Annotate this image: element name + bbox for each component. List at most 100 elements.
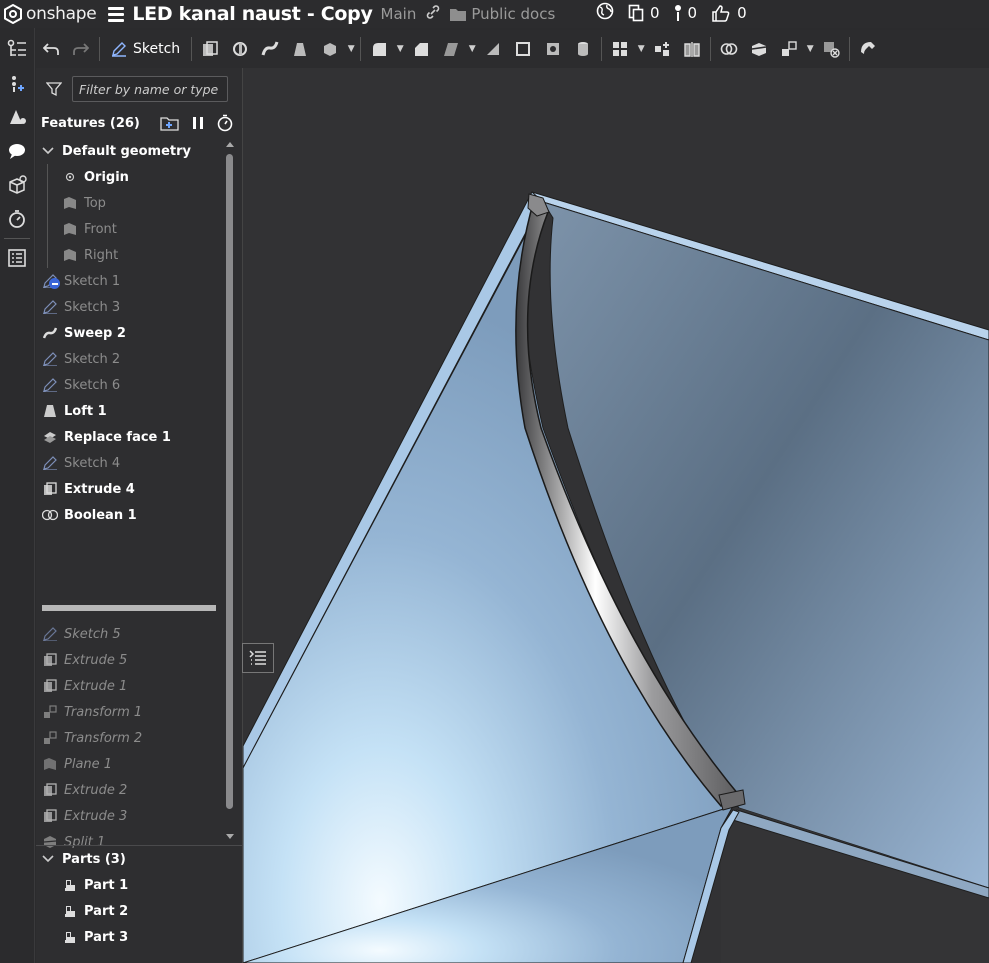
onshape-logo[interactable]: onshape (4, 4, 97, 24)
rolled-back-feature-item[interactable]: Transform 2 (36, 725, 222, 751)
feature-item[interactable]: Sketch 1 (36, 268, 222, 294)
undo-icon (43, 43, 59, 55)
parts-header[interactable]: Parts (3) (36, 846, 242, 872)
rolled-back-feature-item[interactable]: Transform 1 (36, 699, 222, 725)
shell-tool-icon[interactable] (508, 34, 538, 64)
sketch-icon (42, 273, 60, 289)
feature-list-toggle-button[interactable] (242, 643, 274, 673)
comments-icon[interactable] (0, 134, 34, 168)
scroll-down-icon[interactable] (225, 833, 235, 841)
chevron-down-icon[interactable] (40, 143, 56, 159)
delete-part-tool-icon[interactable] (816, 34, 846, 64)
thicken-tool-icon[interactable] (315, 34, 345, 64)
sketch-button[interactable]: Sketch (103, 34, 188, 64)
branch-label[interactable]: Main (381, 5, 417, 23)
redo-button[interactable] (66, 34, 96, 64)
sweep-tool-icon[interactable] (255, 34, 285, 64)
loft-icon (42, 403, 58, 419)
feature-item[interactable]: Extrude 4 (36, 476, 222, 502)
add-folder-icon[interactable] (160, 115, 180, 131)
split-tool-icon[interactable] (744, 34, 774, 64)
feature-item[interactable]: Sketch 3 (36, 294, 222, 320)
feature-item[interactable]: Sketch 4 (36, 450, 222, 476)
timer-icon[interactable] (0, 202, 34, 236)
undo-button[interactable] (36, 34, 66, 64)
filter-icon[interactable] (36, 81, 72, 97)
main-menu-button[interactable] (108, 6, 125, 22)
pattern-tool-icon[interactable] (605, 34, 635, 64)
loft-tool-icon[interactable] (285, 34, 315, 64)
checklist-icon[interactable] (0, 241, 34, 275)
mirror-pattern-tool-icon[interactable] (647, 34, 677, 64)
graphics-viewport[interactable] (243, 68, 989, 963)
sketch-icon (42, 455, 58, 471)
plane-icon (62, 195, 78, 211)
part-item[interactable]: Part 3 (36, 924, 242, 950)
feature-item[interactable]: Replace face 1 (36, 424, 222, 450)
rolled-back-feature-list: Sketch 5 Extrude 5 Extrude 1 Transform 1 Tra… (36, 621, 222, 848)
hole-tool-icon[interactable] (538, 34, 568, 64)
boolean-tool-icon[interactable] (714, 34, 744, 64)
part-item[interactable]: Part 1 (36, 872, 242, 898)
likes-count[interactable]: 0 (711, 4, 747, 22)
scroll-up-icon[interactable] (225, 140, 235, 148)
feature-item[interactable]: Sketch 2 (36, 346, 222, 372)
insert-point-icon[interactable] (0, 66, 34, 100)
chevron-down-icon[interactable]: ▼ (345, 34, 357, 64)
part-studio-icon[interactable] (0, 168, 34, 202)
custom-features-icon[interactable] (853, 34, 883, 64)
model-view[interactable] (243, 68, 989, 963)
plane-front-item[interactable]: Front (36, 216, 222, 242)
document-counts: 0 0 0 (596, 2, 747, 24)
feature-scrollbar[interactable] (224, 140, 236, 844)
rolled-back-feature-item[interactable]: Extrude 1 (36, 673, 222, 699)
document-title[interactable]: LED kanal naust - Copy (132, 3, 372, 25)
chevron-down-icon[interactable]: ▼ (804, 34, 816, 64)
link-icon[interactable] (426, 5, 440, 23)
extrude-icon (42, 782, 58, 798)
chevron-down-icon[interactable]: ▼ (394, 34, 406, 64)
revolve-tool-icon[interactable] (225, 34, 255, 64)
list-icon (249, 650, 266, 665)
feature-filter-input[interactable]: Filter by name or type (72, 76, 228, 102)
appearance-icon[interactable] (0, 100, 34, 134)
versions-count[interactable]: 0 (628, 4, 660, 22)
feature-item[interactable]: Sweep 2 (36, 320, 222, 346)
rolled-back-feature-item[interactable]: Plane 1 (36, 751, 222, 777)
pause-icon[interactable] (192, 116, 204, 130)
feature-item[interactable]: Sketch 6 (36, 372, 222, 398)
feature-list-icon[interactable] (0, 32, 34, 66)
mirror-tool-icon[interactable] (677, 34, 707, 64)
rollback-bar[interactable] (42, 605, 216, 611)
cylinder-tool-icon[interactable] (568, 34, 598, 64)
draft-tool-icon[interactable] (436, 34, 466, 64)
rib-tool-icon[interactable] (478, 34, 508, 64)
filter-placeholder: Filter by name or type (79, 81, 219, 97)
rolled-back-feature-item[interactable]: Extrude 5 (36, 647, 222, 673)
chevron-down-icon[interactable]: ▼ (635, 34, 647, 64)
rolled-back-feature-item[interactable]: Extrude 2 (36, 777, 222, 803)
fillet-tool-icon[interactable] (364, 34, 394, 64)
scrollbar-thumb[interactable] (226, 154, 233, 809)
transform-tool-icon[interactable] (774, 34, 804, 64)
pin-icon (674, 5, 681, 21)
rolled-back-feature-item[interactable]: Sketch 5 (36, 621, 222, 647)
feature-item[interactable]: Boolean 1 (36, 502, 222, 528)
folder-link[interactable]: Public docs (450, 5, 555, 23)
extrude-icon (42, 808, 58, 824)
chevron-down-icon[interactable]: ▼ (466, 34, 478, 64)
plane-right-item[interactable]: Right (36, 242, 222, 268)
followers-count[interactable]: 0 (674, 4, 697, 22)
chevron-down-icon[interactable] (40, 851, 56, 867)
chamfer-tool-icon[interactable] (406, 34, 436, 64)
left-rail (0, 28, 35, 963)
extrude-tool-icon[interactable] (195, 34, 225, 64)
default-geometry-group[interactable]: Default geometry (36, 138, 222, 164)
rolled-back-feature-item[interactable]: Extrude 3 (36, 803, 222, 829)
stopwatch-icon[interactable] (216, 114, 234, 132)
globe-icon[interactable] (596, 2, 614, 24)
plane-top-item[interactable]: Top (36, 190, 222, 216)
origin-item[interactable]: Origin (36, 164, 222, 190)
feature-item[interactable]: Loft 1 (36, 398, 222, 424)
part-item[interactable]: Part 2 (36, 898, 242, 924)
